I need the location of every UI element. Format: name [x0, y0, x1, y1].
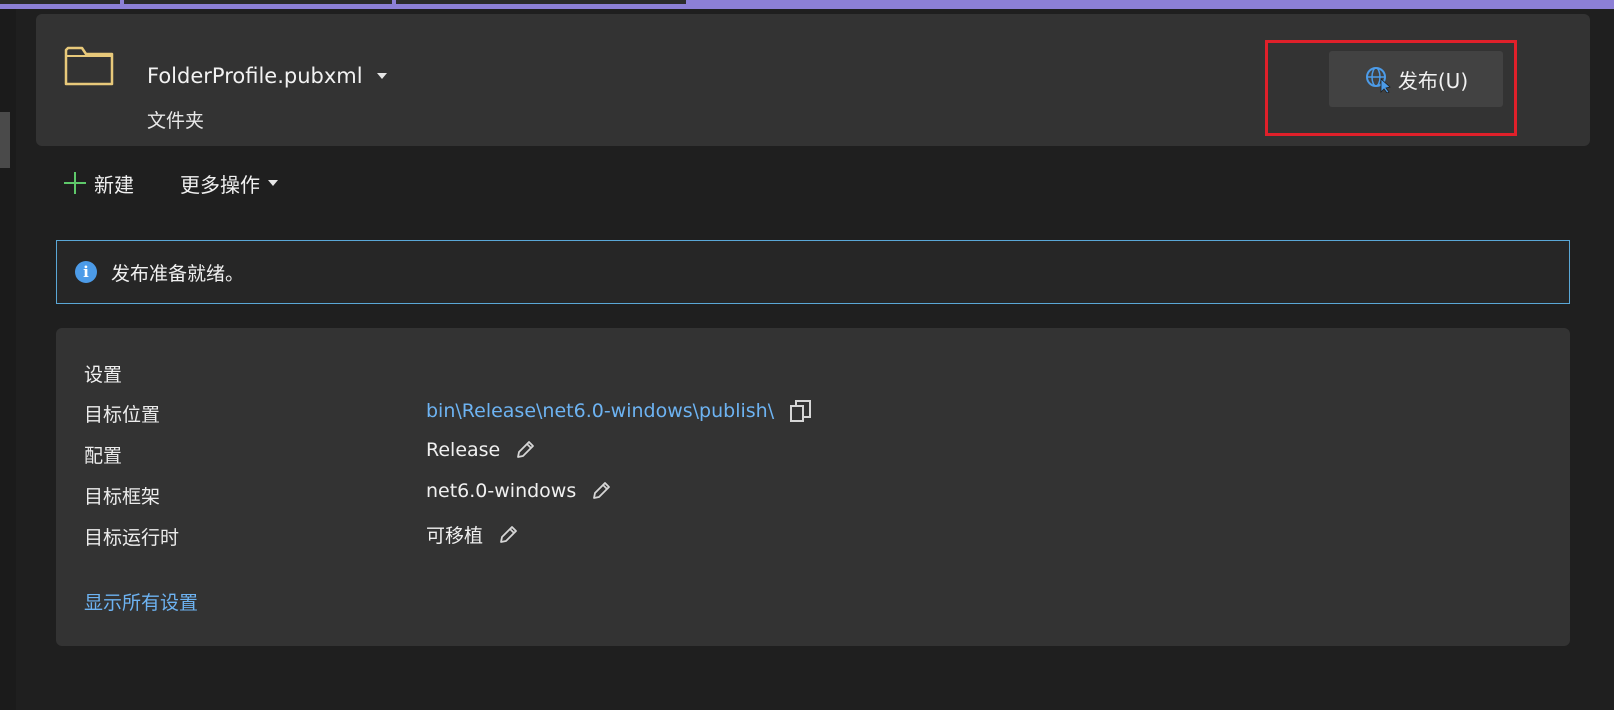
configuration-label: 配置	[84, 445, 123, 467]
profile-type: 文件夹	[147, 110, 205, 132]
info-bar: i 发布准备就绪。	[56, 240, 1570, 304]
target-framework-value: net6.0-windows	[426, 480, 612, 502]
pencil-icon[interactable]	[514, 439, 536, 461]
target-location-link[interactable]: bin\Release\net6.0-windows\publish\	[426, 400, 774, 422]
configuration-value: Release	[426, 439, 536, 461]
target-framework-text: net6.0-windows	[426, 480, 577, 502]
profile-selector[interactable]: FolderProfile.pubxml	[147, 64, 387, 88]
folder-icon	[64, 46, 114, 86]
settings-title: 设置	[84, 364, 123, 386]
target-location-value: bin\Release\net6.0-windows\publish\	[426, 398, 814, 424]
more-actions-dropdown[interactable]: 更多操作	[180, 169, 278, 198]
info-icon: i	[75, 261, 97, 283]
chevron-down-icon	[376, 73, 387, 79]
more-actions-label: 更多操作	[180, 172, 260, 197]
profile-toolbar: 新建 更多操作	[64, 168, 278, 198]
configuration-text: Release	[426, 439, 501, 461]
target-framework-label: 目标框架	[84, 486, 161, 508]
publish-globe-icon	[1365, 67, 1391, 93]
chevron-down-icon	[268, 180, 278, 186]
profile-name: FolderProfile.pubxml	[147, 64, 363, 88]
plus-icon	[64, 172, 86, 194]
pencil-icon[interactable]	[590, 480, 612, 502]
document-tab[interactable]	[396, 0, 686, 4]
copy-icon[interactable]	[788, 398, 814, 424]
show-all-settings-link[interactable]: 显示所有设置	[84, 588, 198, 615]
target-location-label: 目标位置	[84, 404, 161, 426]
info-message: 发布准备就绪。	[111, 262, 245, 285]
vertical-scrollbar-thumb[interactable]	[0, 112, 10, 168]
new-label: 新建	[94, 172, 134, 197]
target-runtime-label: 目标运行时	[84, 527, 180, 549]
pencil-icon[interactable]	[497, 524, 519, 546]
target-runtime-text: 可移植	[426, 525, 484, 547]
publish-label: 发布(U)	[1397, 68, 1469, 93]
publish-button[interactable]: 发布(U)	[1329, 51, 1503, 107]
settings-card: 设置 目标位置 bin\Release\net6.0-windows\publi…	[56, 328, 1570, 646]
document-tabs	[0, 0, 720, 4]
new-profile-button[interactable]: 新建	[64, 169, 134, 198]
target-runtime-value: 可移植	[426, 521, 519, 548]
document-tab[interactable]	[124, 0, 392, 4]
document-tab[interactable]	[0, 0, 120, 4]
